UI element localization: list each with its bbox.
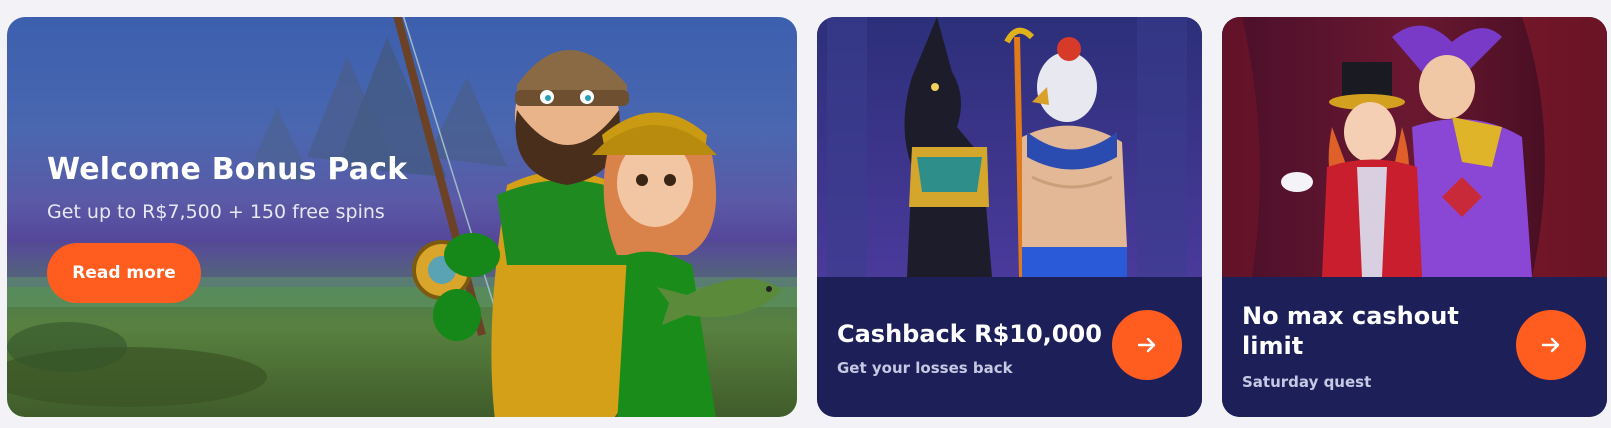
cashback-title: Cashback R$10,000 — [837, 320, 1102, 348]
arrow-right-icon — [1541, 337, 1560, 353]
cashback-info-panel: Cashback R$10,000 Get your losses back — [817, 277, 1202, 417]
read-more-button[interactable]: Read more — [47, 243, 201, 303]
cashout-title: No max cashout limit — [1242, 301, 1459, 361]
welcome-bonus-card[interactable]: Welcome Bonus Pack Get up to R$7,500 + 1… — [7, 17, 797, 417]
cashback-arrow-button[interactable] — [1112, 310, 1182, 380]
hero-title: Welcome Bonus Pack — [47, 152, 408, 187]
no-max-cashout-card[interactable]: No max cashout limit Saturday quest — [1222, 17, 1607, 417]
jesters-illustration — [1222, 17, 1607, 277]
arrow-right-icon — [1137, 337, 1156, 353]
cashout-title-line1: No max cashout — [1242, 302, 1459, 330]
cashout-info-panel: No max cashout limit Saturday quest — [1222, 277, 1607, 417]
cashback-card[interactable]: Cashback R$10,000 Get your losses back — [817, 17, 1202, 417]
cashout-subtitle: Saturday quest — [1242, 373, 1372, 391]
egyptian-gods-illustration — [817, 17, 1202, 277]
fisherman-characters-illustration — [393, 17, 782, 417]
cashout-arrow-button[interactable] — [1516, 310, 1586, 380]
hero-subtitle: Get up to R$7,500 + 150 free spins — [47, 201, 385, 223]
cashout-title-line2: limit — [1242, 332, 1304, 360]
cashback-subtitle: Get your losses back — [837, 359, 1013, 377]
